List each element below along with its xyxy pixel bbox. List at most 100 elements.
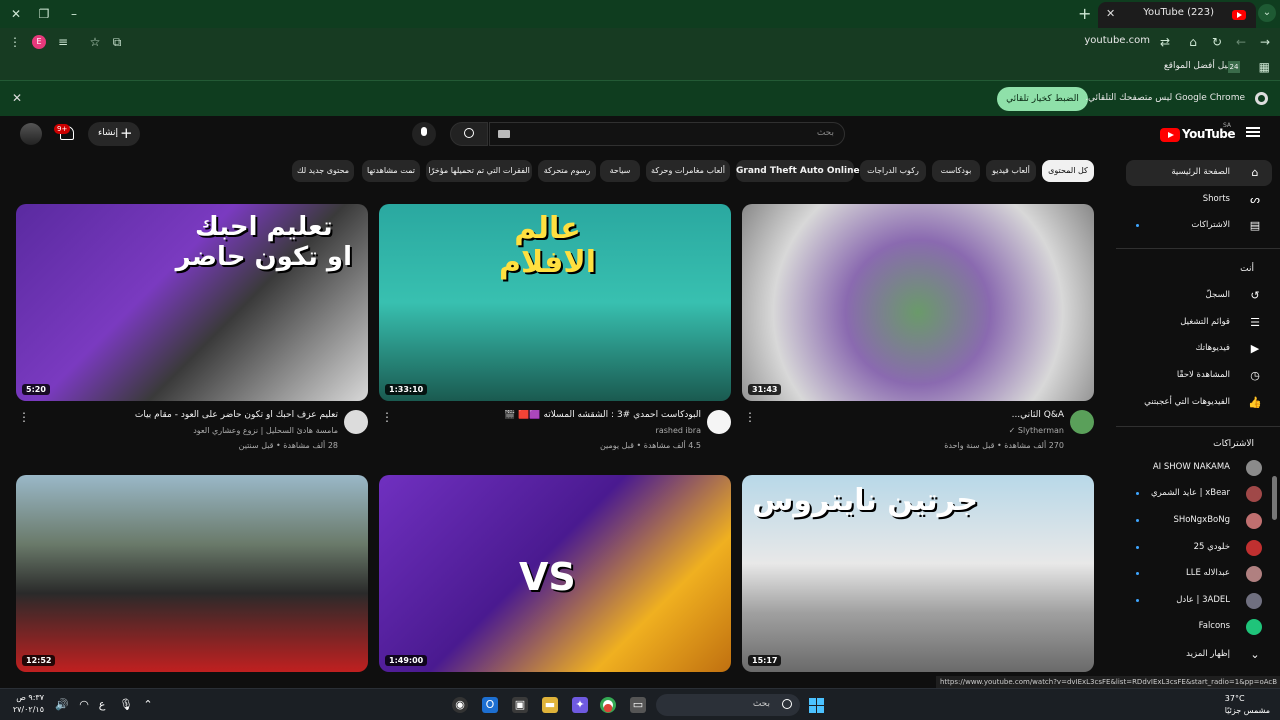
video-thumbnail[interactable]: VS 1:49:00 xyxy=(379,475,731,672)
sidebar-item[interactable]: xBear | عايد الشمري xyxy=(1126,481,1272,507)
video-title[interactable]: Q&A الثاني... xyxy=(764,410,1064,420)
sidebar-item[interactable]: ☰ قوائم التشغيل xyxy=(1126,310,1272,336)
apps-grid-icon[interactable]: ▦ xyxy=(1259,60,1270,74)
sidebar-item[interactable]: AI SHOW NAKAMA xyxy=(1126,455,1272,481)
install-app-icon[interactable]: ⧉ xyxy=(108,33,126,51)
chip[interactable]: ألعاب فيديو xyxy=(986,160,1036,182)
keyboard-icon[interactable] xyxy=(498,130,510,138)
video-thumbnail[interactable]: 12:52 xyxy=(16,475,368,672)
create-button[interactable]: إنشاء + xyxy=(88,122,140,146)
sidebar-item[interactable]: ▶ فيديوهاتك xyxy=(1126,336,1272,362)
close-infobar-icon[interactable]: ✕ xyxy=(12,91,22,105)
channel-avatar[interactable] xyxy=(707,410,731,434)
search-button[interactable] xyxy=(450,122,488,146)
chevron-down-icon: ⌄ xyxy=(1250,648,1260,661)
sidebar-item[interactable]: ↺ السجلّ xyxy=(1126,283,1272,309)
sidebar-item[interactable]: خلودي 25 xyxy=(1126,535,1272,561)
chip[interactable]: سياحة xyxy=(600,160,640,182)
video-thumbnail[interactable]: جرتين نايتروس 15:17 xyxy=(742,475,1094,672)
video-card[interactable]: عالم الافلام 1:33:10 البودكاست احمدي #3 : … xyxy=(379,204,731,454)
clock[interactable]: ٩:٣٧ ص ٢٧/٠٢/١٥ xyxy=(10,692,44,716)
chip[interactable]: بودكاست xyxy=(932,160,980,182)
sidebar-item[interactable]: Falcons xyxy=(1126,614,1272,640)
video-card[interactable]: VS 1:49:00 xyxy=(379,475,731,687)
file-explorer-icon[interactable]: ▬ xyxy=(542,697,558,713)
close-tab-icon[interactable]: ✕ xyxy=(1106,7,1115,20)
video-card[interactable]: جرتين نايتروس 15:17 xyxy=(742,475,1094,687)
channel-avatar[interactable] xyxy=(344,410,368,434)
profile-avatar[interactable]: E xyxy=(32,35,46,49)
url-bar[interactable]: youtube.com xyxy=(1084,35,1150,46)
chip[interactable]: تمت مشاهدتها xyxy=(362,160,420,182)
sidebar-scrollbar[interactable] xyxy=(1272,476,1277,520)
sidebar-item[interactable]: ◷ المشاهدة لاحقًا xyxy=(1126,363,1272,389)
search-input[interactable]: بحث xyxy=(489,122,845,146)
forward-icon[interactable]: ← xyxy=(1232,33,1250,51)
section-header-you[interactable]: أنت xyxy=(1240,264,1254,274)
restore-window-icon[interactable]: ❐ xyxy=(34,4,54,24)
weather-widget[interactable]: 37°C مشمس جزئيًا xyxy=(1225,693,1270,717)
video-menu-icon[interactable]: ⋮ xyxy=(381,410,393,424)
video-menu-icon[interactable]: ⋮ xyxy=(18,410,30,424)
sidebar-item[interactable]: 👍 الفيديوهات التي أعجبتني xyxy=(1126,390,1272,416)
video-title[interactable]: تعليم عزف احبك أو تكون حاضر على العود - … xyxy=(38,410,338,420)
outlook-icon[interactable]: O xyxy=(482,697,498,713)
channel-name[interactable]: rashed ibra xyxy=(656,426,701,435)
new-tab-icon[interactable]: + xyxy=(1078,4,1091,23)
wifi-icon[interactable]: ◠ xyxy=(76,697,92,713)
video-title[interactable]: البودكاست احمدي #3 : الشقشه المسلاته 🟪🟥 … xyxy=(401,410,701,420)
chrome-taskbar-icon[interactable]: ● xyxy=(600,697,616,714)
close-window-icon[interactable]: ✕ xyxy=(6,4,26,24)
chip[interactable]: ألعاب مغامرات وحركة xyxy=(646,160,730,182)
video-card[interactable]: 31:43 Q&A الثاني... Slytherman ✓ 270 ألف مش… xyxy=(742,204,1094,454)
site-settings-icon[interactable]: ⇄ xyxy=(1156,33,1174,51)
channel-avatar[interactable] xyxy=(1070,410,1094,434)
chip[interactable]: محتوى جديد لك xyxy=(292,160,354,182)
chip[interactable]: رسوم متحركة xyxy=(538,160,596,182)
menu-kebab-icon[interactable]: ⋮ xyxy=(6,33,24,51)
set-default-button[interactable]: الضبط كخيار تلقائي xyxy=(997,87,1088,111)
youtube-logo[interactable]: YouTube SA xyxy=(1160,122,1236,144)
chevron-up-icon[interactable]: ⌃ xyxy=(140,697,156,713)
tab-search-icon[interactable]: ⌄ xyxy=(1258,4,1276,22)
sidebar-item[interactable]: ▤ الاشتراكات xyxy=(1126,213,1272,239)
task-view-icon[interactable]: ▭ xyxy=(630,697,646,713)
sidebar-item[interactable]: ⌂ الصفحة الرئيسية xyxy=(1126,160,1272,186)
app-icon-generic[interactable]: ◉ xyxy=(452,697,468,713)
copilot-icon[interactable]: ✦ xyxy=(572,697,588,713)
bookmark-item[interactable]: دليل أفضل المواقع xyxy=(1164,61,1234,71)
store-icon[interactable]: ▣ xyxy=(512,697,528,713)
bookmark-star-icon[interactable]: ☆ xyxy=(86,33,104,51)
chip[interactable]: كل المحتوى xyxy=(1042,160,1094,182)
home-icon[interactable]: ⌂ xyxy=(1184,33,1202,51)
tab-youtube[interactable]: ✕ (223) YouTube xyxy=(1098,2,1256,28)
minimize-window-icon[interactable]: – xyxy=(64,4,84,24)
back-icon[interactable]: → xyxy=(1256,33,1274,51)
chip[interactable]: الفقرات التي تم تحميلها مؤخرًا xyxy=(426,160,532,182)
sidebar-item[interactable]: 3ADEL | عادل xyxy=(1126,588,1272,614)
account-avatar[interactable] xyxy=(20,123,42,145)
chip[interactable]: Grand Theft Auto Online xyxy=(736,160,860,182)
reload-icon[interactable]: ↻ xyxy=(1208,33,1226,51)
video-card[interactable]: تعليم احبك او تكون حاضر 5:20 تعليم عزف احب… xyxy=(16,204,368,454)
mic-tray-icon[interactable]: 🎙 xyxy=(118,697,134,713)
video-menu-icon[interactable]: ⋮ xyxy=(744,410,756,424)
sidebar-item[interactable]: ᔕ Shorts xyxy=(1126,187,1272,213)
sidebar-item[interactable]: عبدالاله LLE xyxy=(1126,561,1272,587)
video-card[interactable]: 12:52 xyxy=(16,475,368,687)
video-thumbnail[interactable]: عالم الافلام 1:33:10 xyxy=(379,204,731,401)
sidebar-item[interactable]: SHoNgxBoNg xyxy=(1126,508,1272,534)
reading-list-icon[interactable]: ≡ xyxy=(54,33,72,51)
sidebar-item[interactable]: ⌄ إظهار المزيد xyxy=(1126,642,1272,668)
video-thumbnail[interactable]: تعليم احبك او تكون حاضر 5:20 xyxy=(16,204,368,401)
hamburger-menu-icon[interactable] xyxy=(1246,127,1260,137)
volume-icon[interactable]: 🔊 xyxy=(54,697,70,713)
taskbar-search[interactable]: بحث xyxy=(656,694,800,716)
channel-name[interactable]: مامسة هادئ السحليل | نزوع وعشاري العود xyxy=(193,426,338,435)
video-thumbnail[interactable]: 31:43 xyxy=(742,204,1094,401)
start-button[interactable] xyxy=(809,698,824,713)
chip[interactable]: ركوب الدراجات xyxy=(860,160,926,182)
channel-name[interactable]: Slytherman ✓ xyxy=(1009,426,1064,435)
language-indicator[interactable]: ع xyxy=(94,697,110,713)
voice-search-button[interactable] xyxy=(412,122,436,146)
